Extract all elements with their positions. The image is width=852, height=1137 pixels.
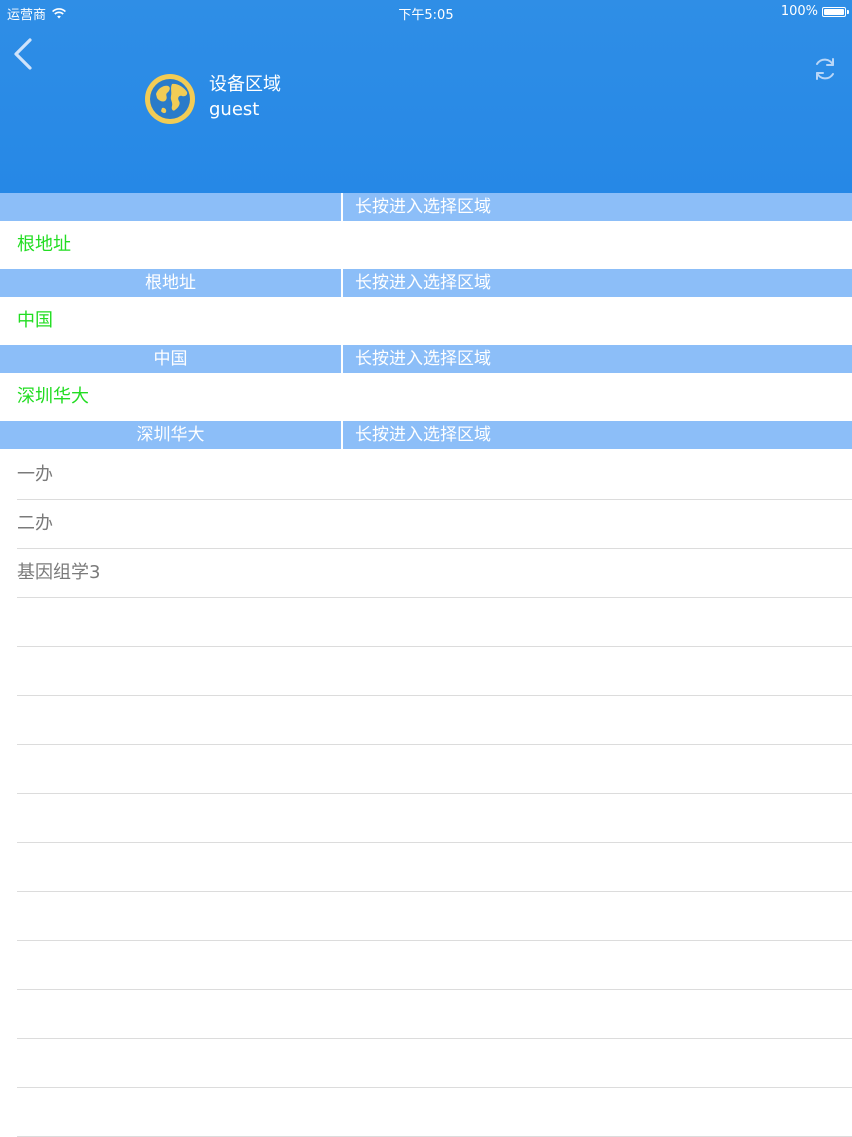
list-item[interactable] — [17, 892, 852, 941]
list-item[interactable] — [17, 598, 852, 647]
list-item[interactable] — [17, 1088, 852, 1137]
refresh-icon[interactable] — [812, 56, 838, 82]
list-item[interactable] — [17, 647, 852, 696]
list-item[interactable]: 二办 — [17, 500, 852, 549]
list-item[interactable]: 一办 — [17, 451, 852, 500]
band-hint[interactable]: 长按进入选择区域 — [343, 269, 852, 297]
battery-percent: 100% — [780, 4, 818, 19]
band-hint[interactable]: 长按进入选择区域 — [343, 193, 852, 221]
list-item[interactable] — [17, 843, 852, 892]
status-right: 100% — [780, 4, 849, 19]
list-item[interactable] — [17, 794, 852, 843]
level-band: 深圳华大 长按进入选择区域 — [0, 421, 852, 449]
breadcrumb-item[interactable]: 深圳华大 — [0, 373, 852, 421]
band-current-area[interactable]: 中国 — [0, 345, 341, 373]
band-hint[interactable]: 长按进入选择区域 — [343, 421, 852, 449]
band-hint[interactable]: 长按进入选择区域 — [343, 345, 852, 373]
list-item[interactable] — [17, 745, 852, 794]
back-chevron-icon[interactable] — [10, 36, 38, 72]
level-band: 根地址 长按进入选择区域 — [0, 269, 852, 297]
page-title: 设备区域 — [209, 74, 281, 95]
list-item[interactable] — [17, 696, 852, 745]
area-list: 一办 二办 基因组学3 — [0, 451, 852, 1137]
list-item[interactable]: 基因组学3 — [17, 549, 852, 598]
header-bar: 运营商 下午5:05 100% 设备区域 guest — [0, 0, 852, 193]
user-name: guest — [209, 99, 260, 120]
list-item[interactable] — [17, 990, 852, 1039]
breadcrumb-item[interactable]: 中国 — [0, 297, 852, 345]
battery-icon — [822, 6, 849, 17]
band-current-area[interactable]: 深圳华大 — [0, 421, 341, 449]
status-bar: 运营商 下午5:05 100% — [0, 0, 852, 24]
breadcrumb-item[interactable]: 根地址 — [0, 221, 852, 269]
list-item[interactable] — [17, 1039, 852, 1088]
globe-icon — [145, 74, 195, 124]
band-current-area[interactable]: 根地址 — [0, 269, 341, 297]
band-current-area[interactable] — [0, 193, 341, 221]
area-breadcrumbs: 长按进入选择区域 根地址 根地址 长按进入选择区域 中国 中国 长按进入选择区域… — [0, 193, 852, 449]
status-time: 下午5:05 — [398, 8, 454, 23]
list-item[interactable] — [17, 941, 852, 990]
level-band: 长按进入选择区域 — [0, 193, 852, 221]
level-band: 中国 长按进入选择区域 — [0, 345, 852, 373]
